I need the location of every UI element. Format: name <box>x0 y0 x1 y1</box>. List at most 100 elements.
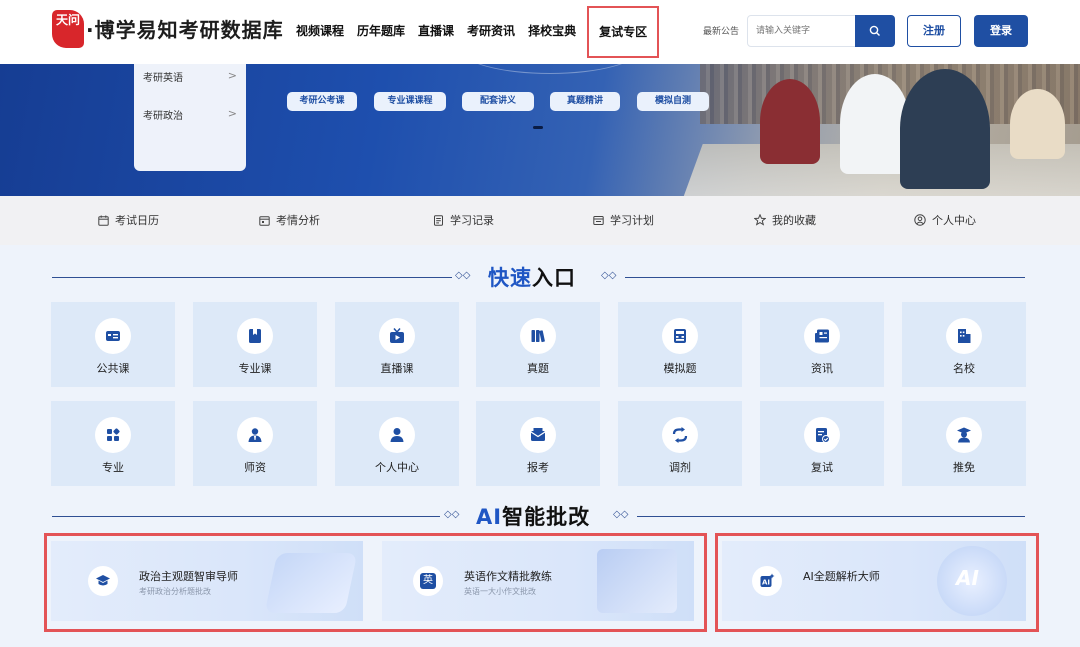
ai-card-english[interactable]: 英 英语作文精批教练 英语一大小作文批改 <box>382 541 694 621</box>
ai-card-analysis-master[interactable]: AI AI AI全题解析大师 <box>722 541 1026 621</box>
nav-live[interactable]: 直播课 <box>412 0 460 64</box>
func-personal-center[interactable]: 个人中心 <box>914 196 976 245</box>
tile-label: 资讯 <box>811 362 833 375</box>
bookmark-book-icon <box>249 329 261 343</box>
main-nav: 视频课程 历年题库 直播课 考研资讯 择校宝典 复试专区 <box>290 0 660 64</box>
quick-tile-registration[interactable]: 报考 <box>476 401 600 486</box>
person-icon <box>390 428 404 442</box>
function-bar: 考试日历 考情分析 学习记录 学习计划 我的收藏 个人中心 <box>0 196 1080 245</box>
ai-grading-title: AI智能批改 <box>476 501 590 531</box>
banner-tag-exam-review[interactable]: 真题精讲 <box>550 92 620 111</box>
diamond-ornament: ◇◇ <box>601 270 617 281</box>
nav-news[interactable]: 考研资讯 <box>461 0 521 64</box>
swap-icon <box>672 427 688 443</box>
grid-icon <box>107 428 120 441</box>
tile-label: 真题 <box>527 362 549 375</box>
card-icon-bg: 英 <box>413 566 443 596</box>
tile-icon-bg <box>379 417 415 453</box>
graduate-icon <box>957 427 971 443</box>
mail-icon <box>530 428 546 441</box>
func-label: 我的收藏 <box>772 214 816 227</box>
quick-tile-public-course[interactable]: 公共课 <box>51 302 175 387</box>
star-icon <box>753 213 767 226</box>
search-button[interactable] <box>855 15 895 47</box>
diamond-ornament: ◇◇ <box>444 509 460 520</box>
tile-label: 报考 <box>527 461 549 474</box>
register-button[interactable]: 注册 <box>907 15 961 47</box>
section-divider-right <box>637 516 1025 517</box>
func-study-plan[interactable]: 学习计划 <box>593 196 654 245</box>
func-study-record[interactable]: 学习记录 <box>433 196 494 245</box>
tile-label: 公共课 <box>96 362 130 375</box>
banner-tag-major-course[interactable]: 专业课课程 <box>374 92 446 111</box>
func-label: 个人中心 <box>932 214 976 227</box>
checklist-icon <box>816 428 830 443</box>
top-header: 天问 ·博学易知考研数据库 视频课程 历年题库 直播课 考研资讯 择校宝典 复试… <box>0 0 1080 64</box>
quick-tile-faculty[interactable]: 师资 <box>193 401 317 486</box>
tile-icon-bg <box>662 417 698 453</box>
category-english[interactable]: 考研英语 > <box>143 69 243 84</box>
quick-tile-recommendation[interactable]: 推免 <box>902 401 1026 486</box>
quick-entry-title: 快速入口 <box>488 262 576 292</box>
tile-icon-bg <box>946 417 982 453</box>
student-figure <box>760 79 820 164</box>
tile-label: 师资 <box>244 461 266 474</box>
tile-icon-bg <box>804 417 840 453</box>
notice-link[interactable]: 最新公告 <box>703 24 739 37</box>
tile-icon-bg <box>520 318 556 354</box>
ai-document-decoration <box>264 553 358 613</box>
search-input[interactable] <box>756 23 852 39</box>
quick-tile-major-course[interactable]: 专业课 <box>193 302 317 387</box>
quick-tile-past-exams[interactable]: 真题 <box>476 302 600 387</box>
ai-card-politics[interactable]: 政治主观题智审导师 考研政治分析题批改 <box>51 541 363 621</box>
chevron-right-icon: > <box>227 69 237 82</box>
diamond-ornament: ◇◇ <box>455 270 471 281</box>
login-button[interactable]: 登录 <box>974 15 1028 47</box>
id-card-icon <box>106 331 120 341</box>
quick-tile-live-course[interactable]: 直播课 <box>335 302 459 387</box>
tile-label: 复试 <box>811 461 833 474</box>
student-figure <box>1010 89 1065 159</box>
document-icon <box>434 215 443 226</box>
func-my-favorites[interactable]: 我的收藏 <box>753 196 816 245</box>
func-label: 学习计划 <box>610 214 654 227</box>
title-highlight: AI <box>476 505 503 529</box>
quick-tile-retest[interactable]: 复试 <box>760 401 884 486</box>
ai-sparkle-icon: AI <box>760 573 775 587</box>
title-highlight: 快速 <box>488 266 532 290</box>
func-exam-calendar[interactable]: 考试日历 <box>98 196 159 245</box>
quick-tile-major[interactable]: 专业 <box>51 401 175 486</box>
quick-tile-famous-schools[interactable]: 名校 <box>902 302 1026 387</box>
card-title: 英语作文精批教练 <box>464 570 552 583</box>
banner-tag-public-course[interactable]: 考研公考课 <box>287 92 357 111</box>
tile-icon-bg <box>95 318 131 354</box>
diamond-ornament: ◇◇ <box>613 509 629 520</box>
nav-retest-zone[interactable]: 复试专区 <box>587 6 660 58</box>
banner-tag-mock-test[interactable]: 模拟自测 <box>637 92 709 111</box>
calculator-icon <box>674 329 686 343</box>
nav-school-guide[interactable]: 择校宝典 <box>522 0 582 64</box>
banner-arc-decoration <box>460 64 640 74</box>
quick-tile-news[interactable]: 资讯 <box>760 302 884 387</box>
student-figure <box>900 69 990 189</box>
card-subtitle: 英语一大小作文批改 <box>464 587 536 596</box>
banner-tag-handouts[interactable]: 配套讲义 <box>462 92 534 111</box>
tile-icon-bg <box>95 417 131 453</box>
category-politics[interactable]: 考研政治 > <box>143 107 243 122</box>
title-rest: 智能批改 <box>502 505 591 529</box>
tile-label: 专业课 <box>238 362 272 375</box>
func-exam-analysis[interactable]: 考情分析 <box>259 196 320 245</box>
tile-icon-bg <box>237 417 273 453</box>
tile-icon-bg <box>946 318 982 354</box>
quick-tile-transfer[interactable]: 调剂 <box>618 401 742 486</box>
carousel-indicator[interactable] <box>533 126 543 129</box>
tile-label: 个人中心 <box>375 461 419 474</box>
tile-label: 名校 <box>953 362 975 375</box>
nav-past-exams[interactable]: 历年题库 <box>351 0 411 64</box>
quick-tile-mock-questions[interactable]: 模拟题 <box>618 302 742 387</box>
logo-mark[interactable]: 天问 <box>52 10 84 48</box>
site-title[interactable]: ·博学易知考研数据库 <box>86 14 284 43</box>
quick-tile-personal-center[interactable]: 个人中心 <box>335 401 459 486</box>
nav-video-courses[interactable]: 视频课程 <box>290 0 350 64</box>
ai-document-decoration <box>597 549 677 613</box>
